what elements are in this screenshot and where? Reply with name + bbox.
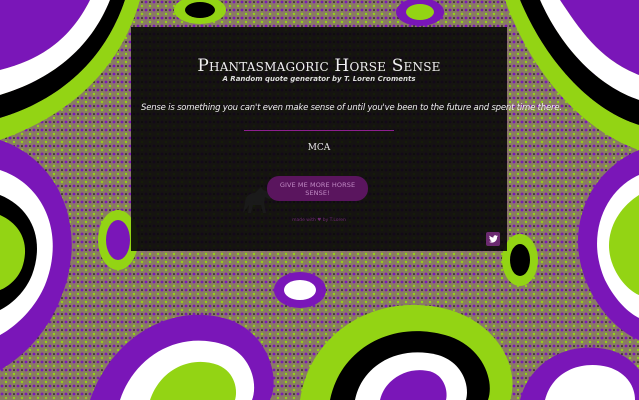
quote-card: Phantasmagoric Horse Sense A Random quot… [131,27,562,251]
divider [244,130,394,131]
credit-link[interactable]: made with ♥ by T.Loren [131,218,507,223]
quote-text: Sense is something you can't even make s… [141,103,562,113]
new-quote-button[interactable]: Give me more horse sense! [267,176,368,201]
app-subtitle: A Random quote generator by T. Loren Cro… [222,75,416,83]
twitter-icon [488,235,498,243]
page-background: Phantasmagoric Horse Sense A Random quot… [0,0,639,400]
app-title: Phantasmagoric Horse Sense [197,56,441,76]
quote-author: MCA [307,143,331,153]
tweet-button[interactable] [486,232,500,246]
